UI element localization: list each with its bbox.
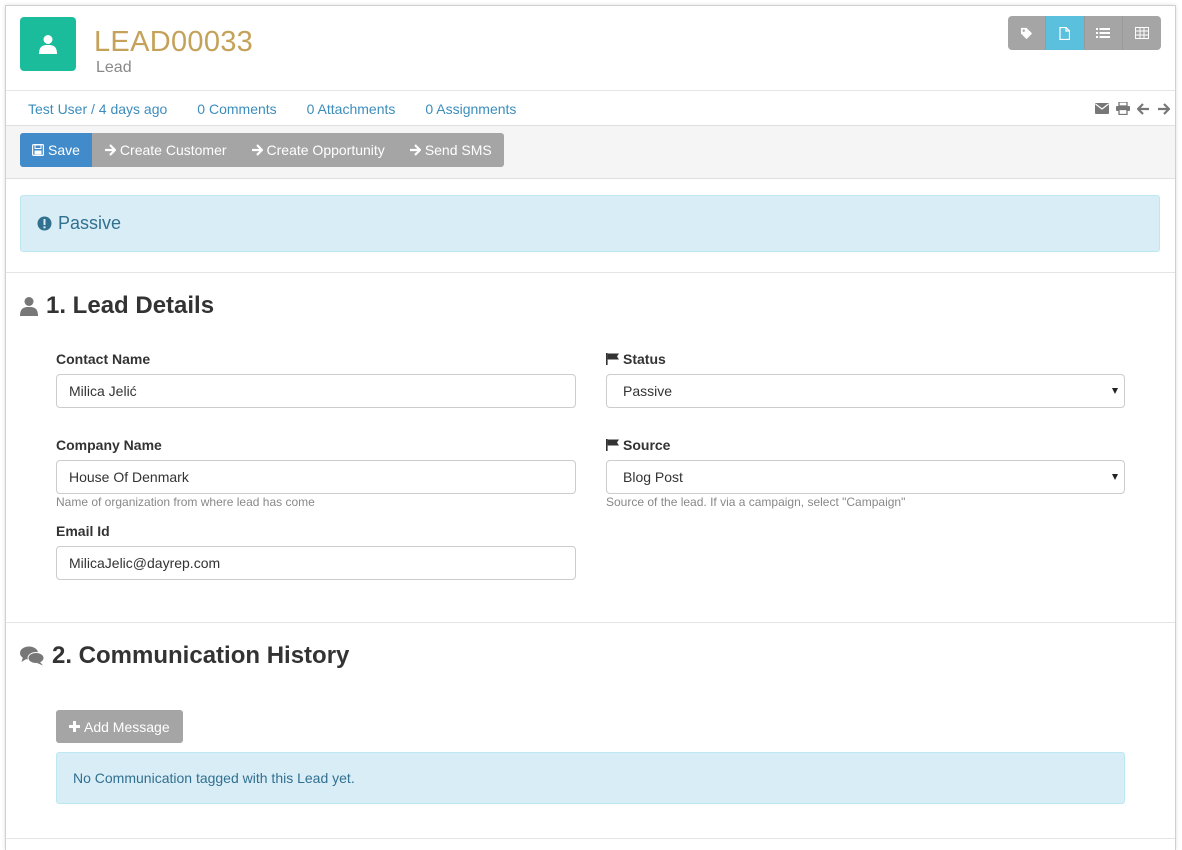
save-label: Save [48,142,80,158]
status-alert: Passive [20,195,1160,252]
source-label: Source [623,437,671,453]
lead-details-heading: 1. Lead Details [20,292,214,320]
send-sms-button[interactable]: Send SMS [396,133,504,167]
status-label-wrap: Status [606,351,666,367]
source-select-value: Blog Post [623,469,683,485]
page-subtitle: Lead [96,59,132,76]
company-name-field[interactable]: House Of Denmark [56,460,576,494]
status-alert-text: Passive [58,213,122,233]
chevron-down-icon [1112,388,1118,394]
page-title: LEAD00033 [94,26,254,58]
create-opportunity-label: Create Opportunity [266,142,385,158]
arrow-left-icon[interactable] [1137,102,1150,115]
page-header: LEAD00033 Lead [6,6,1175,91]
arrow-right-icon [251,144,263,156]
arrow-right-icon [409,144,421,156]
company-name-label: Company Name [56,437,162,453]
arrow-right-icon[interactable] [1157,102,1170,115]
status-select-value: Passive [623,383,673,399]
comments-icon [20,646,44,666]
communication-history-title: 2. Communication History [52,642,350,669]
view-switcher [1008,16,1161,50]
flag-icon [606,439,619,451]
add-message-button[interactable]: Add Message [56,710,183,743]
source-help: Source of the lead. If via a campaign, s… [606,495,906,509]
save-button[interactable]: Save [20,133,92,167]
email-label: Email Id [56,523,110,539]
assignments-link[interactable]: 0 Assignments [425,101,516,117]
document-view-button[interactable] [1046,16,1085,50]
status-label: Status [623,351,666,367]
communication-history-heading: 2. Communication History [20,642,349,670]
flag-icon [606,353,619,365]
empty-communication-notice: No Communication tagged with this Lead y… [56,752,1125,804]
list-icon [1096,28,1111,38]
exclamation-circle-icon [37,216,52,231]
header-divider [6,90,1175,91]
email-field[interactable]: MilicaJelic@dayrep.com [56,546,576,580]
tag-icon [1021,27,1033,39]
contact-name-field[interactable]: Milica Jelić [56,374,576,408]
company-name-help: Name of organization from where lead has… [56,495,315,509]
user-icon [20,296,38,316]
grid-icon [1134,27,1149,39]
document-icon [1059,26,1071,40]
meta-actions [1095,102,1170,115]
create-opportunity-button[interactable]: Create Opportunity [238,133,397,167]
email-icon[interactable] [1095,103,1109,114]
section-divider [6,838,1175,839]
source-label-wrap: Source [606,437,670,453]
attachments-link[interactable]: 0 Attachments [307,101,396,117]
list-view-button[interactable] [1084,16,1123,50]
user-icon [39,35,57,54]
section-divider [6,272,1175,273]
lead-details-title: 1. Lead Details [46,292,215,319]
page-frame: LEAD00033 Lead Test User / 4 days ago 0 … [5,5,1176,850]
print-icon[interactable] [1116,102,1130,115]
lead-avatar [20,17,76,71]
create-customer-button[interactable]: Create Customer [91,133,239,167]
source-select[interactable]: Blog Post [606,460,1125,494]
plus-icon [69,721,80,732]
tag-view-button[interactable] [1008,16,1047,50]
action-button-group: Save Create Customer Create Opportunity … [20,133,504,167]
chevron-down-icon [1112,474,1118,480]
grid-view-button[interactable] [1122,16,1161,50]
add-message-label: Add Message [84,718,170,735]
send-sms-label: Send SMS [424,142,492,158]
contact-name-label: Contact Name [56,351,151,367]
meta-links: Test User / 4 days ago 0 Comments 0 Atta… [28,101,546,117]
author-time-link[interactable]: Test User / 4 days ago [28,101,167,117]
action-toolbar: Save Create Customer Create Opportunity … [6,125,1175,179]
section-divider [6,622,1175,623]
comments-link[interactable]: 0 Comments [197,101,276,117]
create-customer-label: Create Customer [119,142,227,158]
status-select[interactable]: Passive [606,374,1125,408]
arrow-right-icon [104,144,116,156]
floppy-disk-icon [32,144,44,156]
